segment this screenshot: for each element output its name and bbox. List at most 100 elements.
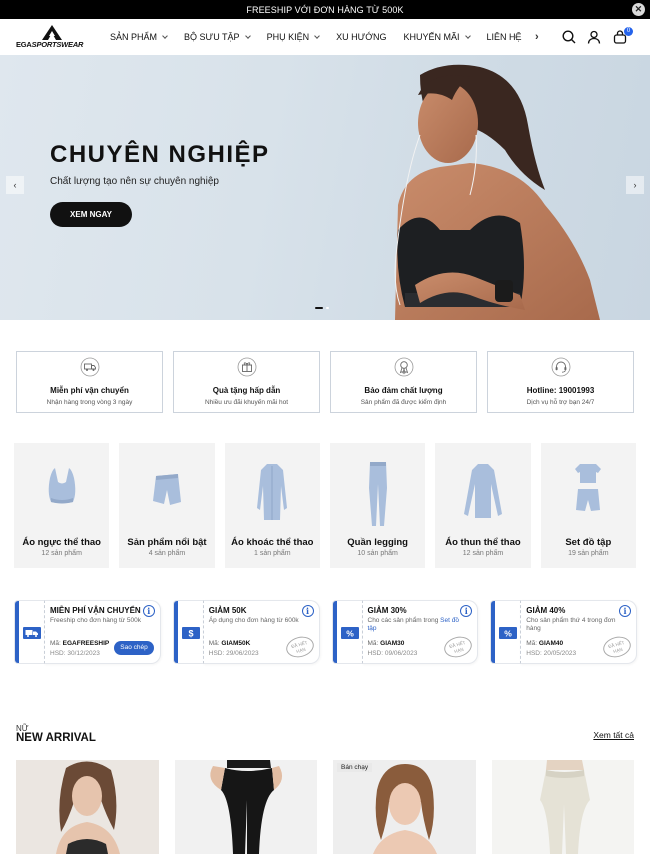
workout-set-image bbox=[575, 464, 602, 511]
coupon-expiry: HSD: 30/12/2023 bbox=[50, 650, 100, 657]
user-icon[interactable] bbox=[586, 29, 602, 45]
slide-next-icon[interactable]: › bbox=[626, 176, 644, 194]
coupon-card: $ GIẢM 50K Áp dụng cho đơn hàng từ 600k … bbox=[172, 600, 320, 664]
long-sleeve-tee-image bbox=[463, 464, 502, 518]
nav-item-bo-suu-tap[interactable]: BỘ SƯU TẬP bbox=[184, 32, 251, 42]
nav-label: BỘ SƯU TẬP bbox=[184, 32, 240, 42]
coupon-code: Mã: EGAFREESHIP bbox=[50, 640, 110, 647]
copy-code-button[interactable]: Sao chép bbox=[114, 641, 154, 655]
coupon-expiry: HSD: 09/06/2023 bbox=[367, 650, 418, 657]
coupon-list: MIỄN PHÍ VẬN CHUYỂN Freeship cho đơn hàn… bbox=[14, 600, 637, 664]
leggings-image bbox=[368, 462, 387, 526]
category-card[interactable]: Áo khoác thể thao 1 sản phẩm bbox=[224, 443, 320, 568]
category-card[interactable]: Áo ngực thể thao 12 sản phẩm bbox=[14, 443, 110, 568]
close-icon[interactable]: ✕ bbox=[632, 3, 645, 16]
svg-text:$: $ bbox=[188, 629, 193, 639]
expired-stamp: ĐÃ HẾT HẠN bbox=[600, 633, 634, 661]
announcement-bar: FREESHIP VỚI ĐƠN HÀNG TỪ 500K ✕ bbox=[0, 0, 650, 19]
nav-next-icon[interactable]: › bbox=[535, 31, 539, 43]
category-count: 12 sản phẩm bbox=[41, 550, 82, 557]
see-all-link[interactable]: Xem tất cả bbox=[593, 730, 634, 740]
category-name: Áo ngực thể thao bbox=[22, 537, 101, 548]
coupon-body: MIỄN PHÍ VẬN CHUYỂN Freeship cho đơn hàn… bbox=[44, 600, 161, 664]
category-card[interactable]: Quần legging 10 sản phẩm bbox=[329, 443, 426, 568]
category-name: Áo khoác thể thao bbox=[231, 537, 314, 548]
coupon-description: Freeship cho đơn hàng từ 500k bbox=[50, 617, 142, 624]
category-count: 12 sản phẩm bbox=[462, 550, 504, 557]
category-count: 1 sản phẩm bbox=[254, 550, 291, 557]
shorts-image bbox=[152, 474, 181, 505]
category-name: Áo thun thể thao bbox=[445, 537, 521, 548]
slide-prev-icon[interactable]: ‹ bbox=[6, 176, 24, 194]
category-name: Sản phẩm nổi bật bbox=[127, 537, 207, 548]
chevron-down-icon bbox=[464, 32, 471, 39]
nav-prev-icon[interactable]: ‹ bbox=[514, 31, 518, 43]
nav-label: PHỤ KIỆN bbox=[266, 32, 310, 42]
product-card[interactable]: Bán chạy bbox=[333, 760, 476, 854]
info-icon[interactable]: i bbox=[460, 605, 473, 617]
feature-subtitle: Nhiều ưu đãi khuyến mãi hot bbox=[204, 399, 289, 406]
coupon-stub: % bbox=[331, 600, 362, 664]
category-list: Áo ngực thể thao 12 sản phẩm Sản phẩm nổ… bbox=[14, 443, 636, 568]
coupon-stub: $ bbox=[172, 600, 203, 664]
coupon-card: % GIẢM 30% Cho các sản phẩm trong Set đồ… bbox=[331, 600, 479, 664]
product-image bbox=[539, 760, 590, 854]
logo[interactable]: EGASPORTSWEAR bbox=[16, 25, 88, 51]
logo-text: EGASPORTSWEAR bbox=[16, 40, 84, 49]
category-count: 19 sản phẩm bbox=[568, 550, 609, 557]
dollar-icon: $ bbox=[181, 627, 200, 639]
feature-subtitle: Nhận hàng trong vòng 3 ngày bbox=[46, 399, 133, 406]
category-card[interactable]: Áo thun thể thao 12 sản phẩm bbox=[435, 443, 531, 568]
main-nav: SẢN PHẨM BỘ SƯU TẬP PHỤ KIỆN XU HƯỚNG KH… bbox=[110, 19, 539, 55]
product-card[interactable] bbox=[16, 760, 159, 854]
support-icon bbox=[551, 357, 570, 377]
product-tag: Bán chạy bbox=[337, 763, 373, 772]
shop-now-button[interactable]: XEM NGAY bbox=[50, 202, 132, 227]
feature-card: Bảo đảm chất lượng Sản phẩm đã được kiểm… bbox=[330, 351, 477, 413]
info-icon[interactable]: i bbox=[301, 605, 314, 617]
nav-item-phu-kien[interactable]: PHỤ KIỆN bbox=[267, 32, 320, 42]
category-count: 10 sản phẩm bbox=[357, 550, 398, 557]
site-header: EGASPORTSWEAR SẢN PHẨM BỘ SƯU TẬP PHỤ KI… bbox=[0, 19, 650, 55]
category-card[interactable]: Sản phẩm nổi bật 4 sản phẩm bbox=[119, 443, 215, 568]
feature-title: Hotline: 19001993 bbox=[526, 386, 595, 395]
category-count: 4 sản phẩm bbox=[148, 550, 186, 557]
chevron-down-icon bbox=[244, 32, 251, 39]
hero-banner: CHUYÊN NGHIỆP Chất lượng tạo nên sự chuy… bbox=[0, 55, 650, 320]
hero-subtitle: Chất lượng tạo nên sự chuyên nghiệp bbox=[50, 176, 219, 187]
coupon-description: Cho các sản phẩm trong Set đồ tập bbox=[367, 617, 459, 632]
coupon-expiry: HSD: 20/05/2023 bbox=[526, 650, 577, 657]
slider-dots bbox=[315, 307, 329, 309]
feature-card: Quà tặng hấp dẫn Nhiều ưu đãi khuyến mãi… bbox=[173, 351, 320, 413]
nav-item-san-pham[interactable]: SẢN PHẨM bbox=[110, 32, 168, 42]
info-icon[interactable]: i bbox=[142, 605, 155, 617]
coupon-expiry: HSD: 29/06/2023 bbox=[208, 650, 259, 657]
feature-subtitle: Sản phẩm đã được kiểm định bbox=[360, 399, 447, 406]
feature-subtitle: Dịch vụ hỗ trợ bạn 24/7 bbox=[526, 399, 595, 406]
coupon-code: Mã: GIAM40 bbox=[526, 640, 564, 647]
percent-icon: % bbox=[499, 627, 518, 639]
slider-dot-active[interactable] bbox=[315, 307, 323, 309]
hero-title: CHUYÊN NGHIỆP bbox=[50, 141, 270, 168]
info-icon[interactable]: i bbox=[619, 605, 631, 617]
chevron-down-icon bbox=[162, 32, 168, 39]
coupon-stub: % bbox=[490, 600, 521, 664]
feature-list: Miễn phí vận chuyển Nhận hàng trong vòng… bbox=[16, 351, 634, 413]
slider-dot[interactable] bbox=[326, 307, 329, 309]
hero-image bbox=[394, 64, 600, 320]
product-image bbox=[56, 761, 120, 854]
svg-text:%: % bbox=[504, 629, 512, 639]
coupon-body: GIẢM 40% Cho sản phẩm thứ 4 trong đơn hà… bbox=[520, 600, 637, 664]
chevron-down-icon bbox=[314, 32, 320, 39]
nav-item-xu-huong[interactable]: XU HƯỚNG bbox=[336, 32, 386, 42]
expired-stamp: ĐÃ HẾT HẠN bbox=[283, 633, 316, 661]
category-card[interactable]: Set đồ tập 19 sản phẩm bbox=[540, 443, 636, 568]
nav-item-khuyen-mai[interactable]: KHUYẾN MÃI bbox=[403, 32, 471, 42]
percent-icon: % bbox=[340, 627, 359, 639]
product-card[interactable] bbox=[491, 760, 634, 854]
product-card[interactable] bbox=[174, 760, 317, 854]
coupon-card: % GIẢM 40% Cho sản phẩm thứ 4 trong đơn … bbox=[490, 600, 637, 664]
search-icon[interactable] bbox=[561, 29, 577, 45]
coupon-code: Mã: GIAM50K bbox=[208, 640, 251, 647]
svg-text:%: % bbox=[346, 629, 354, 639]
